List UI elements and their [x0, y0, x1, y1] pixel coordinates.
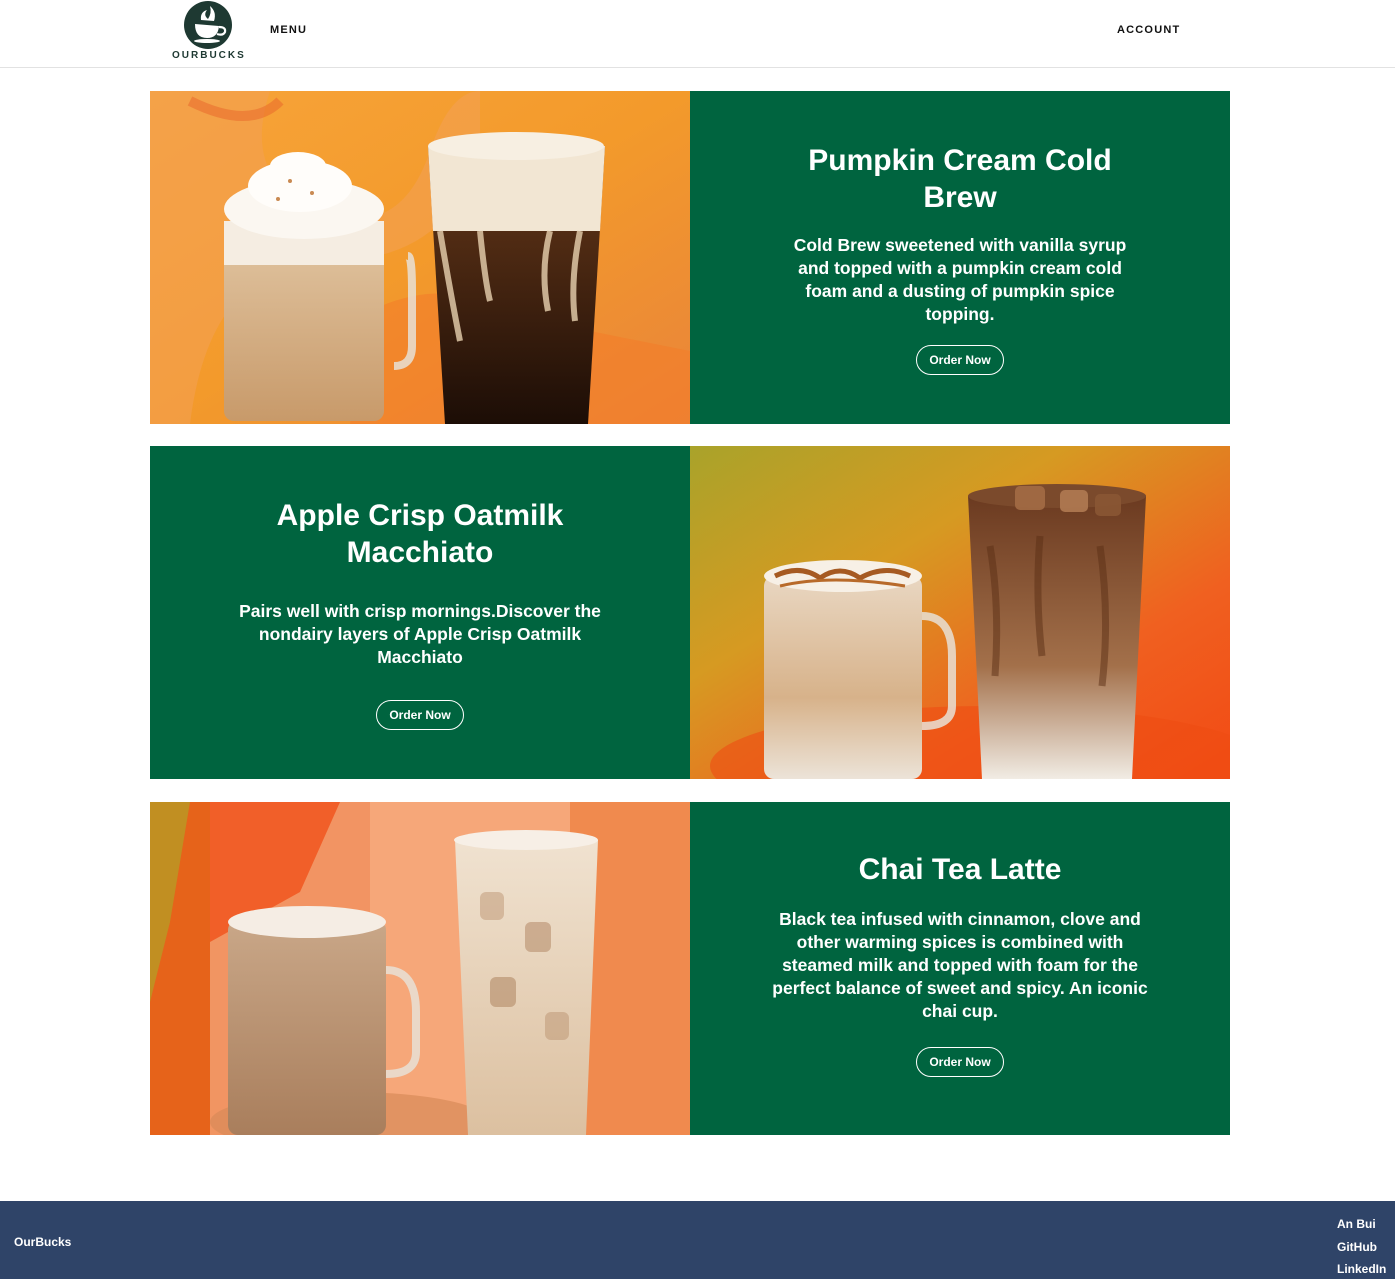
promo-description: Pairs well with crisp mornings.Discover … [239, 601, 601, 667]
promo-title: Pumpkin Cream Cold Brew [808, 144, 1112, 214]
pumpkin-cold-brew-image [150, 91, 690, 424]
nav-account-link[interactable]: ACCOUNT [1117, 24, 1180, 36]
site-header: OURBUCKS MENU ACCOUNT [0, 0, 1395, 68]
promo-title: Apple Crisp Oatmilk Macchiato [276, 499, 564, 569]
apple-crisp-panel: Apple Crisp Oatmilk Macchiato Pairs well… [150, 446, 690, 779]
order-now-button[interactable]: Order Now [916, 1047, 1004, 1077]
coffee-cup-logo-icon [184, 1, 232, 49]
order-now-button[interactable]: Order Now [916, 345, 1004, 375]
chai-tea-latte-image [150, 802, 690, 1135]
promo-apple-crisp-oatmilk-macchiato: Apple Crisp Oatmilk Macchiato Pairs well… [150, 446, 1230, 779]
promo-chai-tea-latte: Chai Tea Latte Black tea infused with ci… [150, 802, 1230, 1135]
site-footer: OurBucks An Bui GitHub LinkedIn [0, 1201, 1395, 1279]
ourbucks-logo[interactable]: OURBUCKS [172, 0, 244, 64]
chai-tea-latte-panel: Chai Tea Latte Black tea infused with ci… [690, 802, 1230, 1135]
footer-link-linkedin[interactable]: LinkedIn [1337, 1258, 1386, 1279]
promo-title: Chai Tea Latte [858, 853, 1062, 886]
footer-brand: OurBucks [14, 1235, 72, 1249]
page: OURBUCKS MENU ACCOUNT Pumpkin Cream Cold… [0, 0, 1395, 1279]
promo-pumpkin-cream-cold-brew: Pumpkin Cream Cold Brew Cold Brew sweete… [150, 91, 1230, 424]
apple-crisp-image [690, 446, 1230, 779]
footer-link-author[interactable]: An Bui [1337, 1213, 1386, 1236]
order-now-button[interactable]: Order Now [376, 700, 464, 730]
logo-wordmark: OURBUCKS [172, 50, 246, 61]
pumpkin-cold-brew-panel: Pumpkin Cream Cold Brew Cold Brew sweete… [690, 91, 1230, 424]
footer-links: An Bui GitHub LinkedIn [1337, 1213, 1386, 1279]
promo-description: Cold Brew sweetened with vanilla syrup a… [793, 235, 1127, 324]
nav-menu-link[interactable]: MENU [270, 24, 307, 36]
footer-link-github[interactable]: GitHub [1337, 1236, 1386, 1259]
promo-description: Black tea infused with cinnamon, clove a… [772, 909, 1148, 1021]
